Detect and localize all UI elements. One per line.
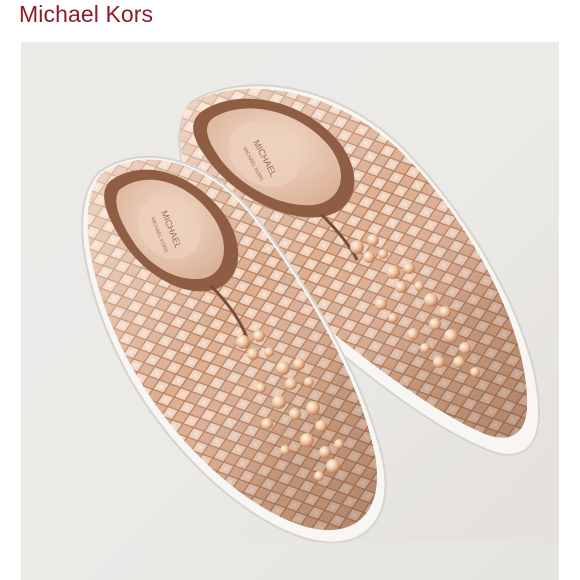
header-bar: Michael Kors — [0, 0, 580, 34]
product-photo[interactable]: MICHAEL MICHAEL KORS MICHAEL MICHAEL KOR… — [21, 42, 559, 580]
brand-name[interactable]: Michael Kors — [19, 0, 153, 29]
